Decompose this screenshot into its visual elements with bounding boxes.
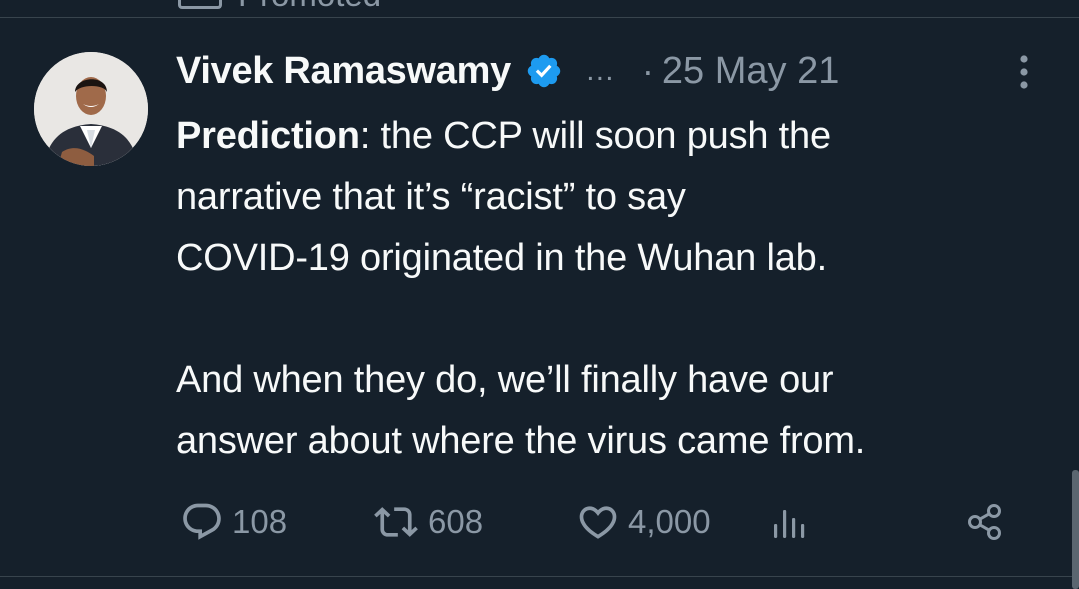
reply-icon <box>183 503 221 540</box>
tweet-text-bold-lead: Prediction <box>176 115 360 157</box>
avatar[interactable] <box>34 52 148 166</box>
author-name[interactable]: Vivek Ramaswamy <box>176 50 511 93</box>
like-button[interactable]: 4,000 <box>576 496 711 548</box>
retweet-button[interactable]: 608 <box>372 496 483 548</box>
promoted-label: Promoted <box>238 0 381 14</box>
reply-count: 108 <box>232 503 288 540</box>
tweet-text-line: answer about where the virus came from. <box>176 420 866 462</box>
scrollbar[interactable] <box>1072 470 1079 589</box>
header-separator: · <box>641 50 654 91</box>
share-button[interactable] <box>964 496 1008 548</box>
retweet-count: 608 <box>428 503 484 540</box>
tweet-text-line: COVID-19 originated in the Wuhan lab. <box>176 237 827 279</box>
promoted-label-row: Promoted <box>178 0 381 14</box>
top-divider <box>0 17 1079 18</box>
more-vertical-icon <box>1020 55 1028 89</box>
tweet-action-bar: 108 608 4,000 <box>0 496 1079 548</box>
author-handle-truncated[interactable]: … <box>585 54 616 88</box>
heart-icon <box>579 506 617 539</box>
tweet-text-line: And when they do, we’ll finally have our <box>176 359 834 401</box>
tweet-text-line: Prediction: the CCP will soon push the <box>176 106 1056 167</box>
share-icon <box>968 504 1001 540</box>
tweet-text-line: narrative that it’s “racist” to say <box>176 176 686 218</box>
tweet-text-line1-rest: : the CCP will soon push the <box>359 115 831 157</box>
like-count: 4,000 <box>628 503 711 540</box>
views-icon <box>774 510 805 538</box>
tweet-text: Prediction: the CCP will soon push the n… <box>176 106 1056 472</box>
tweet-header: Vivek Ramaswamy … · 25 May 21 <box>176 48 839 94</box>
avatar-photo-icon <box>34 52 148 166</box>
verified-badge-icon[interactable] <box>525 52 563 90</box>
paragraph-break <box>176 289 1056 350</box>
retweet-icon <box>374 507 418 537</box>
views-button[interactable] <box>772 496 808 548</box>
bottom-divider <box>0 576 1079 577</box>
reply-button[interactable]: 108 <box>180 496 287 548</box>
promoted-icon <box>178 0 222 9</box>
more-options-button[interactable] <box>1006 52 1042 92</box>
tweet-timestamp[interactable]: 25 May 21 <box>662 50 839 93</box>
